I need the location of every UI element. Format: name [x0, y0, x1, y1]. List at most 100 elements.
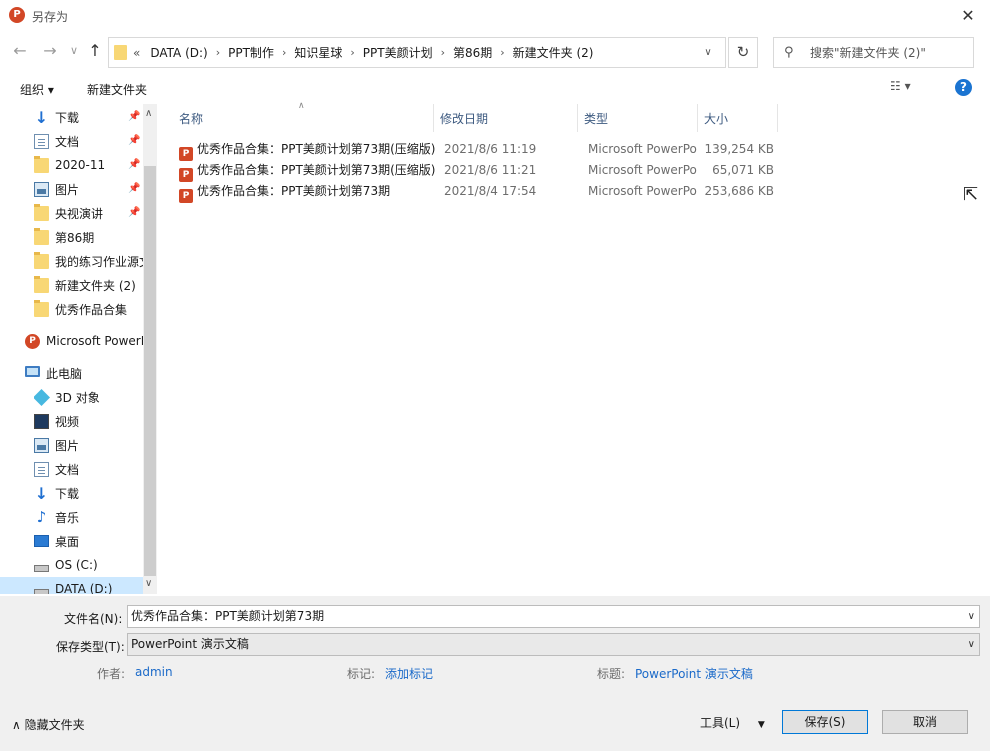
sidebar-item-videos[interactable]: 视频 — [34, 409, 143, 433]
sidebar-item-label: 文档 — [55, 462, 80, 477]
chevron-right-icon[interactable]: › — [441, 46, 445, 59]
breadcrumb-overflow[interactable]: « — [133, 46, 140, 60]
sidebar-item-label: 第86期 — [55, 230, 95, 245]
file-name: P 优秀作品合集：PPT美颜计划第73期(压缩版) — [179, 160, 435, 182]
tags-value[interactable]: 添加标记 — [385, 665, 433, 682]
pin-icon[interactable]: 📌 — [128, 183, 140, 194]
sidebar-item-label: 视频 — [55, 414, 80, 429]
breadcrumb-item[interactable]: PPT美颜计划 — [363, 44, 433, 61]
scroll-down-icon[interactable]: ∨ — [145, 578, 152, 589]
address-bar[interactable]: « DATA (D:) › PPT制作 › 知识星球 › PPT美颜计划 › 第… — [108, 37, 726, 68]
powerpoint-icon: P — [25, 333, 40, 349]
pin-icon[interactable]: 📌 — [128, 135, 140, 146]
pin-icon[interactable]: 📌 — [128, 111, 140, 122]
column-header-date[interactable]: 修改日期 — [434, 104, 578, 132]
author-value[interactable]: admin — [135, 665, 173, 679]
sidebar-item-label: 下载 — [55, 110, 80, 125]
breadcrumb-item[interactable]: 知识星球 — [294, 44, 342, 61]
pin-icon[interactable]: 📌 — [128, 159, 140, 170]
chevron-down-icon[interactable]: ∨ — [968, 634, 975, 655]
column-header-name[interactable]: 名称 — [173, 104, 434, 132]
author-label: 作者: — [97, 667, 126, 681]
new-folder-button[interactable]: 新建文件夹 — [87, 81, 147, 98]
organize-button[interactable]: 组织 ▾ — [20, 81, 54, 98]
sidebar-item-this-pc[interactable]: 此电脑 — [25, 361, 143, 385]
breadcrumb-item[interactable]: DATA (D:) — [150, 46, 207, 60]
download-icon: ↓ — [34, 483, 49, 503]
sidebar-item-desktop[interactable]: 桌面 — [34, 529, 143, 553]
sidebar-item-pc-pictures[interactable]: 图片 — [34, 433, 143, 457]
navigation-bar: ← → ∨ ↑ « DATA (D:) › PPT制作 › 知识星球 › PPT… — [0, 32, 990, 72]
column-header-type[interactable]: 类型 — [578, 104, 698, 132]
sidebar-item-label: DATA (D:) — [55, 582, 113, 594]
folder-icon — [34, 155, 49, 173]
sidebar-item-powerpoint[interactable]: P Microsoft PowerPoint — [25, 329, 143, 353]
sidebar-item-showcase[interactable]: 优秀作品合集 — [34, 297, 143, 321]
filetype-value: PowerPoint 演示文稿 — [131, 637, 249, 651]
file-name: P 优秀作品合集：PPT美颜计划第73期 — [179, 181, 435, 203]
filetype-select[interactable]: PowerPoint 演示文稿 ∨ — [127, 633, 980, 656]
recent-locations-icon[interactable]: ∨ — [63, 40, 85, 62]
sidebar-item-label: Microsoft PowerPoint — [46, 334, 143, 348]
sidebar-item-label: OS (C:) — [55, 558, 98, 572]
sidebar-item-practice-files[interactable]: 我的练习作业源文件 — [34, 249, 143, 273]
sidebar-scroll-thumb[interactable] — [144, 166, 156, 576]
sidebar-item-3d-objects[interactable]: 3D 对象 — [34, 385, 143, 409]
title-bar: P 另存为 ✕ — [0, 0, 990, 32]
refresh-icon[interactable]: ↻ — [728, 37, 758, 68]
sidebar-item-label: 图片 — [55, 182, 80, 197]
sidebar-item-issue-86[interactable]: 第86期 — [34, 225, 157, 249]
column-header-size[interactable]: 大小 — [698, 104, 778, 132]
breadcrumb-item[interactable]: 新建文件夹 (2) — [513, 44, 594, 61]
sidebar-item-drive-d[interactable]: DATA (D:) — [0, 577, 143, 594]
file-row[interactable]: P 优秀作品合集：PPT美颜计划第73期(压缩版) 2021/8/6 11:21 … — [179, 160, 789, 182]
file-date: 2021/8/4 17:54 — [444, 184, 537, 198]
filename-value: 优秀作品合集：PPT美颜计划第73期 — [131, 609, 325, 623]
pin-icon[interactable]: 📌 — [128, 207, 140, 218]
breadcrumb-item[interactable]: 第86期 — [453, 44, 492, 61]
file-type: Microsoft PowerPoint 演示文稿 — [588, 142, 698, 156]
sidebar-item-new-folder-2[interactable]: 新建文件夹 (2) — [34, 273, 143, 297]
search-input[interactable] — [810, 44, 970, 62]
title-value[interactable]: PowerPoint 演示文稿 — [635, 665, 753, 682]
sidebar-item-pc-documents[interactable]: 文档 — [34, 457, 143, 481]
tools-button[interactable]: 工具(L) ▼ — [700, 714, 765, 731]
search-icon: ⚲ — [784, 45, 794, 60]
cancel-button[interactable]: 取消 — [882, 710, 968, 734]
save-button[interactable]: 保存(S) — [782, 710, 868, 734]
chevron-up-icon: ∧ — [12, 718, 21, 732]
pictures-icon — [34, 437, 49, 453]
help-icon[interactable]: ? — [955, 79, 972, 96]
chevron-right-icon[interactable]: › — [282, 46, 286, 59]
sidebar-item-label: 优秀作品合集 — [55, 302, 128, 317]
command-bar: 组织 ▾ 新建文件夹 ☷ ▾ ? — [0, 76, 990, 102]
chevron-right-icon[interactable]: › — [500, 46, 504, 59]
search-box[interactable]: ⚲ — [773, 37, 974, 68]
download-icon: ↓ — [34, 107, 49, 127]
drive-icon — [34, 564, 49, 572]
folder-icon — [34, 299, 49, 317]
chevron-down-icon[interactable]: ∨ — [968, 606, 975, 627]
back-icon[interactable]: ← — [9, 40, 31, 62]
sidebar-item-drive-c[interactable]: OS (C:) — [34, 553, 143, 577]
sidebar-item-pc-downloads[interactable]: ↓ 下载 — [34, 481, 143, 505]
scroll-up-icon[interactable]: ∧ — [145, 108, 152, 119]
chevron-right-icon[interactable]: › — [350, 46, 354, 59]
music-icon: ♪ — [36, 507, 47, 526]
hide-folders-toggle[interactable]: ∧ 隐藏文件夹 — [12, 716, 85, 733]
file-size: 253,686 KB — [704, 184, 774, 198]
view-options-icon[interactable]: ☷ ▾ — [890, 79, 930, 99]
filename-input[interactable]: 优秀作品合集：PPT美颜计划第73期 ∨ — [127, 605, 980, 628]
file-row[interactable]: P 优秀作品合集：PPT美颜计划第73期(压缩版) 2021/8/6 11:19 … — [179, 139, 789, 161]
sidebar-item-music[interactable]: ♪ 音乐 — [34, 505, 143, 529]
chevron-right-icon[interactable]: › — [216, 46, 220, 59]
sidebar-item-label: 图片 — [55, 438, 80, 453]
up-icon[interactable]: ↑ — [84, 40, 106, 62]
breadcrumb-item[interactable]: PPT制作 — [228, 44, 274, 61]
close-icon[interactable]: ✕ — [958, 6, 978, 26]
forward-icon[interactable]: → — [39, 40, 61, 62]
file-name-text: 优秀作品合集：PPT美颜计划第73期 — [197, 184, 391, 198]
tags-label: 标记: — [347, 667, 376, 681]
address-dropdown-icon[interactable]: ∨ — [691, 38, 725, 67]
file-row[interactable]: P 优秀作品合集：PPT美颜计划第73期 2021/8/4 17:54 Micro… — [179, 181, 789, 203]
